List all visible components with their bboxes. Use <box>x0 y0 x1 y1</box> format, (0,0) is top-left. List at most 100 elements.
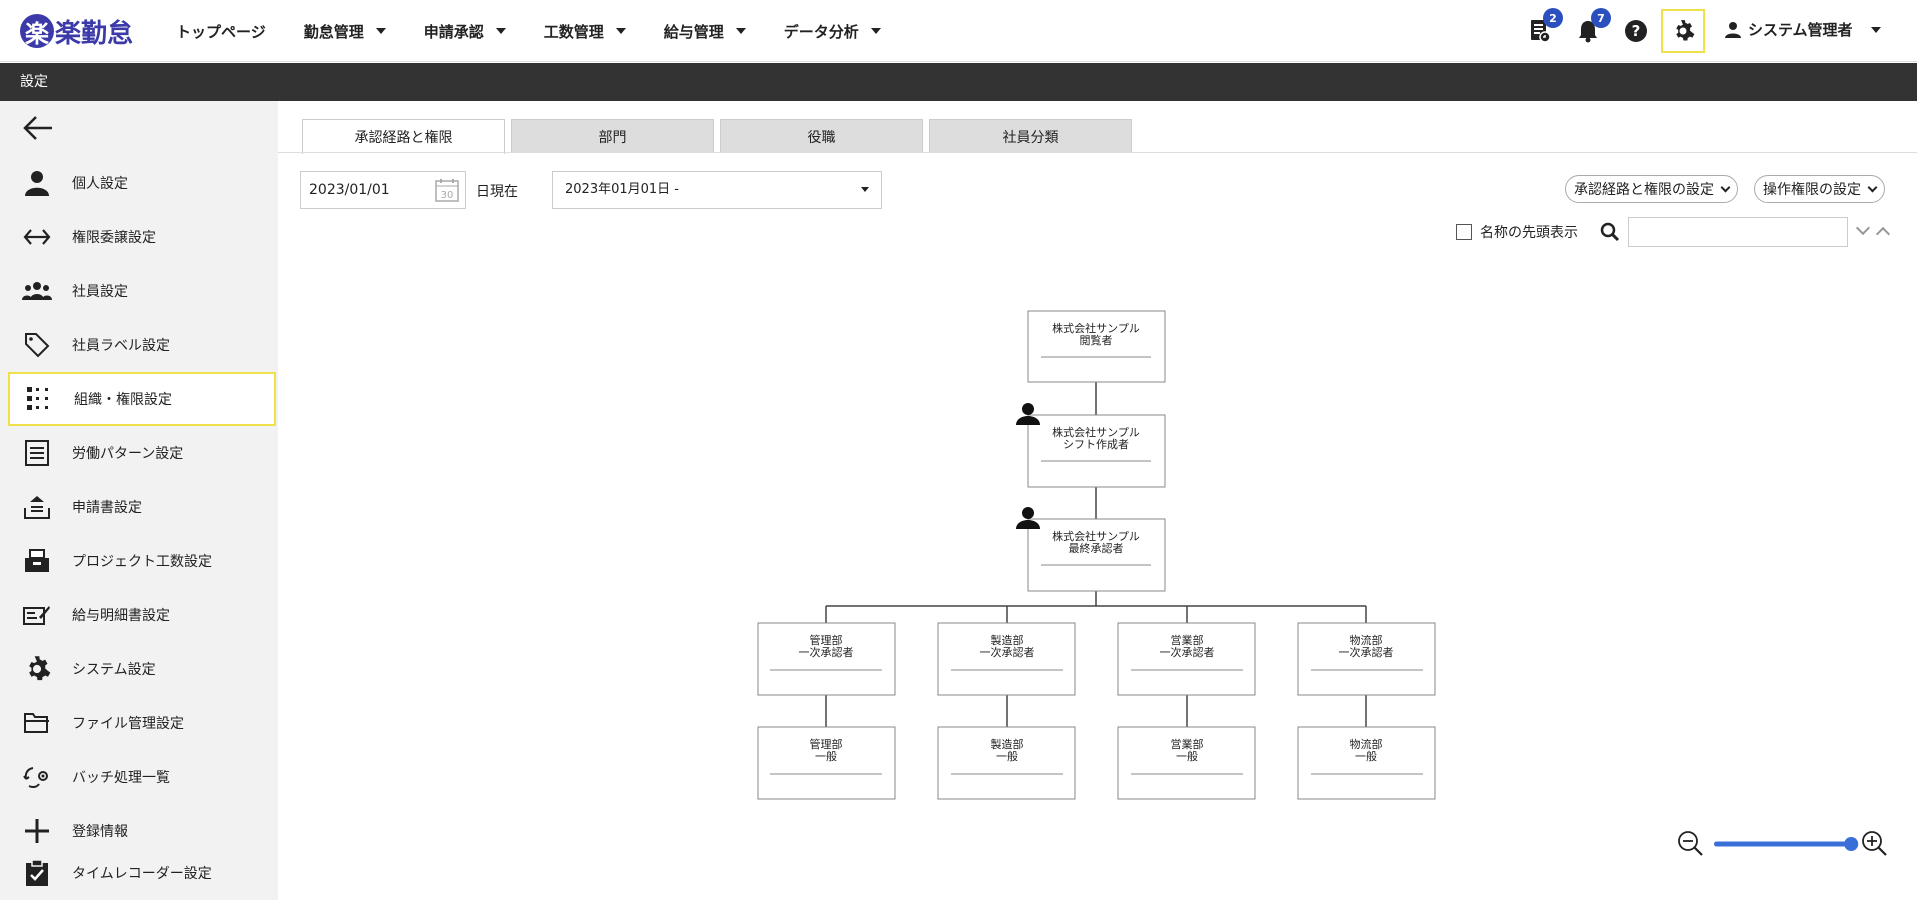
sidebar-item-delegation[interactable]: 権限委譲設定 <box>8 210 276 264</box>
tab-position[interactable]: 役職 <box>720 119 923 153</box>
search-icon[interactable] <box>1600 222 1620 246</box>
list-icon <box>22 438 52 468</box>
arrows-horizontal-icon <box>22 222 52 252</box>
sidebar-item-label: バッチ処理一覧 <box>72 770 170 786</box>
org-node-approver[interactable]: 営業部 一次承認者 <box>1117 622 1256 696</box>
batch-icon <box>22 762 52 792</box>
back-button[interactable] <box>22 115 54 145</box>
help-button[interactable]: ? <box>1622 17 1650 45</box>
payslip-icon <box>22 600 52 630</box>
arrow-left-icon <box>23 116 52 140</box>
sidebar-item-labels[interactable]: 社員ラベル設定 <box>8 318 276 372</box>
org-node-shift[interactable]: 株式会社サンプル シフト作成者 <box>1027 414 1166 488</box>
user-menu[interactable]: システム管理者 <box>1724 19 1881 40</box>
sidebar-item-forms[interactable]: 申請書設定 <box>8 480 276 534</box>
nav-label: 工数管理 <box>543 22 604 41</box>
settings-button[interactable] <box>1661 9 1705 53</box>
user-icon <box>1725 21 1741 38</box>
org-node-member[interactable]: 製造部 一般 <box>937 726 1076 800</box>
nav-label: トップページ <box>176 22 266 41</box>
zoom-in-icon[interactable] <box>1862 831 1887 856</box>
chevron-down-icon <box>1867 182 1878 192</box>
calendar-icon[interactable]: 30 <box>435 178 459 202</box>
node-line1: 営業部 <box>1171 633 1204 647</box>
org-node-approver[interactable]: 管理部 一次承認者 <box>757 622 896 696</box>
org-node-approver[interactable]: 製造部 一次承認者 <box>937 622 1076 696</box>
logo-mark: 楽 <box>20 14 54 48</box>
sidebar-item-employees[interactable]: 社員設定 <box>8 264 276 318</box>
sidebar-item-label: 組織・権限設定 <box>74 392 172 408</box>
sidebar-item-label: タイムレコーダー設定 <box>72 866 212 882</box>
node-line1: 管理部 <box>810 737 843 751</box>
route-settings-label: 承認経路と権限の設定 <box>1574 182 1714 198</box>
permission-settings-button[interactable]: 操作権限の設定 <box>1754 175 1885 203</box>
sidebar-item-system[interactable]: システム設定 <box>8 642 276 696</box>
sidebar-item-project[interactable]: プロジェクト工数設定 <box>8 534 276 588</box>
name-prefix-checkbox[interactable] <box>1456 224 1472 240</box>
sidebar-item-payslip[interactable]: 給与明細書設定 <box>8 588 276 642</box>
project-icon <box>22 546 52 576</box>
chevron-down-icon[interactable] <box>1855 220 1871 236</box>
nav-workload[interactable]: 工数管理 <box>544 21 626 42</box>
route-settings-button[interactable]: 承認経路と権限の設定 <box>1565 175 1738 203</box>
org-node-final[interactable]: 株式会社サンプル 最終承認者 <box>1027 518 1166 592</box>
sidebar-item-label: 社員ラベル設定 <box>72 338 170 354</box>
org-node-member[interactable]: 営業部 一般 <box>1117 726 1256 800</box>
sidebar-item-batch[interactable]: バッチ処理一覧 <box>8 750 276 804</box>
tab-bar: 承認経路と権限 部門 役職 社員分類 <box>302 119 1138 154</box>
help-icon: ? <box>1625 20 1647 42</box>
tab-approval-route[interactable]: 承認経路と権限 <box>302 119 505 154</box>
nav-label: データ分析 <box>783 22 859 41</box>
nav-analytics[interactable]: データ分析 <box>784 21 881 42</box>
node-line2: 一次承認者 <box>799 645 854 659</box>
member-person-icon[interactable] <box>1016 403 1040 425</box>
node-line1: 株式会社サンプル <box>1052 529 1140 543</box>
sidebar-item-organization[interactable]: 組織・権限設定 <box>8 372 276 426</box>
search-input[interactable] <box>1628 217 1848 247</box>
org-node-approver[interactable]: 物流部 一次承認者 <box>1297 622 1436 696</box>
node-line2: 一次承認者 <box>1339 645 1394 659</box>
tab-divider <box>278 152 1917 153</box>
node-line1: 製造部 <box>991 633 1024 647</box>
nav-label: 勤怠管理 <box>303 22 364 41</box>
period-select[interactable]: 2023年01月01日 - <box>552 171 882 209</box>
nav-attendance[interactable]: 勤怠管理 <box>304 21 386 42</box>
sidebar-item-files[interactable]: ファイル管理設定 <box>8 696 276 750</box>
people-icon <box>22 276 52 306</box>
tab-employee-category[interactable]: 社員分類 <box>929 119 1132 153</box>
zoom-out-icon[interactable] <box>1678 831 1703 856</box>
user-name: システム管理者 <box>1748 21 1853 39</box>
org-node-member[interactable]: 管理部 一般 <box>757 726 896 800</box>
sidebar-item-time-recorder[interactable]: タイムレコーダー設定 <box>8 846 276 900</box>
sidebar-item-label: 給与明細書設定 <box>72 608 170 624</box>
nav-top-page[interactable]: トップページ <box>176 21 266 42</box>
chevron-down-icon <box>1720 182 1731 192</box>
period-value: 2023年01月01日 - <box>565 182 679 197</box>
page-title-bar: 設定 <box>0 63 1917 101</box>
tab-department[interactable]: 部門 <box>511 119 714 153</box>
zoom-slider-thumb[interactable] <box>1844 837 1859 851</box>
caret-down-icon <box>735 28 746 34</box>
caret-down-icon <box>375 28 386 34</box>
sidebar-item-label: 権限委譲設定 <box>72 230 156 246</box>
node-line1: 物流部 <box>1350 633 1383 647</box>
sidebar-item-work-pattern[interactable]: 労働パターン設定 <box>8 426 276 480</box>
requests-button[interactable]: 2 <box>1526 8 1563 45</box>
notifications-button[interactable]: 7 <box>1574 8 1611 45</box>
chevron-up-icon[interactable] <box>1875 226 1891 242</box>
member-person-icon[interactable] <box>1016 507 1040 529</box>
svg-text:30: 30 <box>441 190 454 201</box>
node-line1: 株式会社サンプル <box>1052 425 1140 439</box>
nav-label: 給与管理 <box>663 22 724 41</box>
sidebar-item-personal[interactable]: 個人設定 <box>8 156 276 210</box>
org-node-root[interactable]: 株式会社サンプル 閲覧者 <box>1027 310 1166 383</box>
gear-icon <box>22 654 52 684</box>
org-node-member[interactable]: 物流部 一般 <box>1297 726 1436 800</box>
nav-payroll[interactable]: 給与管理 <box>664 21 746 42</box>
sidebar-item-label: 登録情報 <box>72 824 128 840</box>
nav-approval[interactable]: 申請承認 <box>424 21 506 42</box>
gear-icon <box>1676 20 1695 41</box>
date-input[interactable]: 2023/01/01 30 <box>300 171 466 209</box>
app-logo[interactable]: 楽 楽勤怠 <box>20 12 133 50</box>
name-prefix-toggle[interactable]: 名称の先頭表示 <box>1456 222 1578 242</box>
